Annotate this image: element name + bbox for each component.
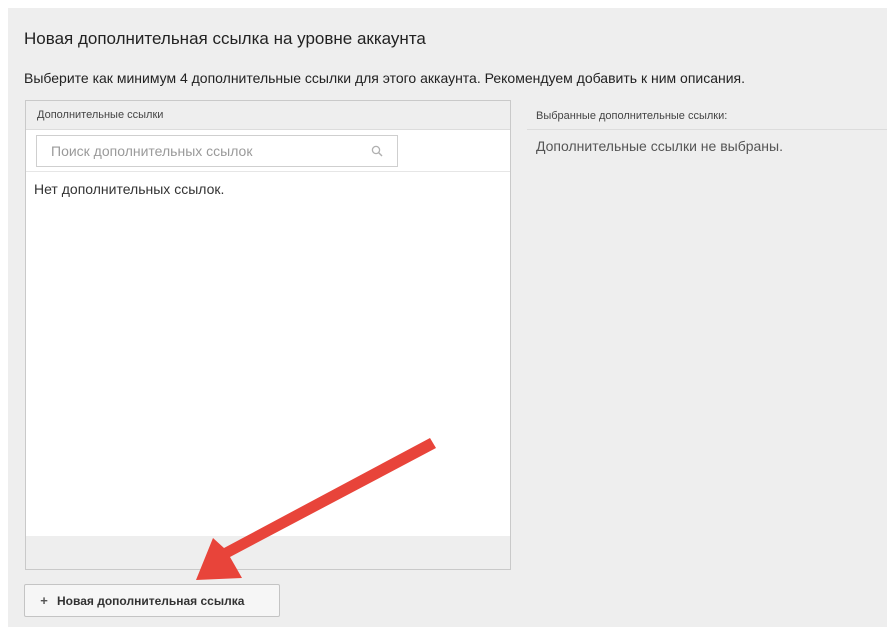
new-link-button[interactable]: + Новая дополнительная ссылка (24, 584, 280, 617)
instructions-text: Выберите как минимум 4 дополнительные сс… (24, 70, 746, 86)
search-row (26, 130, 510, 172)
search-field[interactable] (36, 135, 398, 167)
search-icon (371, 145, 383, 157)
selected-links-empty-text: Дополнительные ссылки не выбраны. (536, 138, 783, 154)
selected-links-divider (527, 129, 887, 130)
additional-links-header: Дополнительные ссылки (26, 101, 510, 130)
links-empty-text: Нет дополнительных ссылок. (34, 181, 225, 197)
page-title: Новая дополнительная ссылка на уровне ак… (24, 29, 426, 48)
additional-links-box: Дополнительные ссылки Нет дополнительных… (25, 100, 511, 570)
selected-links-header: Выбранные дополнительные ссылки: (536, 110, 728, 122)
plus-icon: + (40, 593, 48, 608)
new-link-button-label: Новая дополнительная ссылка (57, 593, 245, 608)
links-box-footer (26, 536, 510, 569)
search-input[interactable] (37, 136, 397, 166)
